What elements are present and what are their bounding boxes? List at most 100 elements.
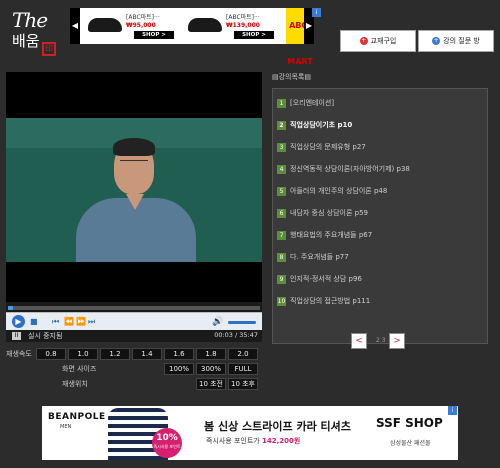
lecture-number: 6 [277, 208, 286, 218]
screen-size-option[interactable]: FULL [228, 363, 258, 375]
lecture-number: 3 [277, 142, 286, 152]
screen-size-label: 화면 사이즈 [62, 365, 97, 373]
lecture-item[interactable]: 1 [오리엔테이션] [277, 97, 334, 109]
screen-size-option[interactable]: 300% [196, 363, 226, 375]
play-icon[interactable]: ▶ [12, 315, 25, 328]
lecture-title: 정신역동적 상담이론(자아방어기제) p38 [290, 165, 410, 173]
lecture-item[interactable]: 8 다. 주요개념들 p77 [277, 251, 349, 263]
speed-option[interactable]: 0.8 [36, 348, 66, 360]
lecture-number: 1 [277, 98, 286, 108]
speed-option[interactable]: 1.0 [68, 348, 98, 360]
ad-shop-button[interactable]: SHOP > [134, 31, 174, 39]
lecture-title: 직업상담이기초 p10 [290, 121, 353, 129]
lecture-title: 직업상담의 문제유형 p27 [290, 143, 366, 151]
ad-sub-prefix: 즉시사용 포인트가 [206, 437, 260, 445]
pause-icon[interactable]: II [12, 332, 21, 340]
ssf-shop-logo: SSF SHOP [376, 416, 443, 430]
lecture-item[interactable]: 6 내담자 중심 상담이론 p59 [277, 207, 368, 219]
lecture-item[interactable]: 7 행태요법의 주요개념들 p67 [277, 229, 372, 241]
seek-bar[interactable] [8, 306, 260, 310]
buy-textbook-button[interactable]: + 교재구입 [340, 30, 416, 52]
lecture-list: 1 [오리엔테이션] 2 직업상담이기초 p10 3 직업상담의 문제유형 p27 4… [272, 88, 488, 349]
player-info-row: II 실시 중지됨 00:03 / 35:47 [6, 330, 262, 342]
lecture-title: 행태요법의 주요개념들 p67 [290, 231, 373, 239]
ad-item[interactable]: [ABC마트]··· ₩95,000 SHOP > [84, 10, 180, 42]
discount-text: 즉시사용 포인트 [153, 444, 181, 449]
lecture-list-title: ▤강의목록▤ [272, 73, 311, 81]
pager-next-button[interactable]: > [389, 333, 405, 349]
player-status: 실시 중지됨 [28, 332, 63, 340]
skip-back-icon[interactable]: ⏮ [52, 316, 59, 328]
pager-pages[interactable]: 2 3 [376, 337, 386, 344]
bottom-ad-banner[interactable]: BEANPOLE MEN 10% 즉시사용 포인트 봄 신상 스트라이프 카라 … [42, 406, 458, 460]
buy-textbook-label: 교재구입 [370, 37, 397, 45]
lecture-number: 4 [277, 164, 286, 174]
control-bar: ▶ ■ ⏮ ⏪ ⏩ ⏭ 🔊 [6, 312, 262, 330]
ad-shop-button[interactable]: SHOP > [234, 31, 274, 39]
shoe-image [188, 18, 222, 32]
screen-size-option[interactable]: 100% [164, 363, 194, 375]
player-controls: ▶ ■ ⏮ ⏪ ⏩ ⏭ 🔊 II 실시 중지됨 00:03 / 35:47 [6, 302, 262, 342]
video-frame[interactable] [6, 118, 262, 262]
speed-option[interactable]: 1.8 [196, 348, 226, 360]
speed-label: 재생속도 [6, 350, 32, 358]
lecturer-image [76, 138, 196, 262]
ad-item-price: ₩95,000 [126, 22, 156, 29]
fast-forward-icon[interactable]: ⏩ [76, 316, 86, 328]
beanpole-logo: BEANPOLE [48, 412, 106, 422]
stop-icon[interactable]: ■ [30, 316, 38, 328]
lecture-item[interactable]: 10 직업상담의 접근방법 p111 [277, 295, 370, 307]
lecture-title: 내담자 중심 상담이론 p59 [290, 209, 368, 217]
speed-option[interactable]: 1.4 [132, 348, 162, 360]
lecture-item[interactable]: 5 아들러의 개인주의 상담이론 p48 [277, 185, 387, 197]
ad-sub-amount: 142,200원 [261, 437, 301, 445]
video-player[interactable]: ▶ ■ ⏮ ⏪ ⏩ ⏭ 🔊 II 실시 중지됨 00:03 / 35:47 [6, 72, 262, 342]
top-ad-banner[interactable]: ◀ [ABC마트]··· ₩95,000 SHOP > [ABC마트]··· ₩… [70, 8, 314, 66]
ad-item-name: [ABC마트]··· [126, 14, 160, 21]
lecture-list-panel: ▤강의목록▤ 1 [오리엔테이션] 2 직업상담이기초 p10 3 직업상담의 문제유… [272, 72, 488, 349]
beanpole-sub: MEN [60, 424, 72, 430]
ssf-shop-sub: 삼성물산 패션몰 [390, 440, 431, 447]
ad-info-icon[interactable]: i [312, 8, 321, 17]
skip-forward-icon[interactable]: ⏭ [88, 316, 95, 328]
ad-item-name: [ABC마트]··· [226, 14, 260, 21]
forward-10s-button[interactable]: 10 초후 [228, 378, 258, 390]
ad-item[interactable]: [ABC마트]··· ₩139,000 SHOP > [184, 10, 280, 42]
lecture-number: 8 [277, 252, 286, 262]
rewind-icon[interactable]: ⏪ [64, 316, 74, 328]
speed-option[interactable]: 1.6 [164, 348, 194, 360]
lecture-number: 2 [277, 120, 286, 130]
site-logo[interactable]: The 배움 印 [8, 8, 66, 58]
ad-item-price: ₩139,000 [226, 22, 260, 29]
lecture-item[interactable]: 4 정신역동적 상담이론(자아방어기제) p38 [277, 163, 410, 175]
rewind-10s-button[interactable]: 10 초전 [196, 378, 226, 390]
ad-prev-arrow-icon[interactable]: ◀ [70, 8, 80, 44]
ad-headline: 봄 신상 스트라이프 카라 티셔츠 [204, 420, 351, 433]
player-time: 00:03 / 35:47 [214, 331, 258, 339]
lecture-item-active[interactable]: 2 직업상담이기초 p10 [277, 119, 352, 131]
book-icon: + [359, 37, 368, 45]
pager-prev-button[interactable]: < [351, 333, 367, 349]
lecture-number: 7 [277, 230, 286, 240]
lecture-title: 직업상담의 접근방법 p111 [290, 297, 371, 305]
lecture-number: 9 [277, 274, 286, 284]
volume-slider[interactable] [228, 321, 256, 324]
volume-icon[interactable]: 🔊 [212, 316, 223, 328]
logo-the: The [12, 8, 48, 32]
lecture-item[interactable]: 3 직업상담의 문제유형 p27 [277, 141, 366, 153]
speed-option[interactable]: 2.0 [228, 348, 258, 360]
speed-option[interactable]: 1.2 [100, 348, 130, 360]
lecture-title: 아들러의 개인주의 상담이론 p48 [290, 187, 388, 195]
lecture-number: 10 [277, 296, 286, 306]
lecture-item[interactable]: 9 인지적-정서적 상담 p96 [277, 273, 362, 285]
lecture-title: [오리엔테이션] [290, 99, 335, 107]
lecture-number: 5 [277, 186, 286, 196]
lecture-qa-button[interactable]: + 강의 질문 방 [418, 30, 494, 52]
question-icon: + [432, 37, 441, 45]
lecture-title: 인지적-정서적 상담 p96 [290, 275, 362, 283]
shoe-image [88, 18, 122, 32]
position-label: 재생위치 [62, 380, 88, 388]
ad-info-icon[interactable]: i [448, 406, 457, 415]
discount-percent: 10% [156, 433, 178, 443]
logo-stamp-icon: 印 [42, 42, 56, 56]
